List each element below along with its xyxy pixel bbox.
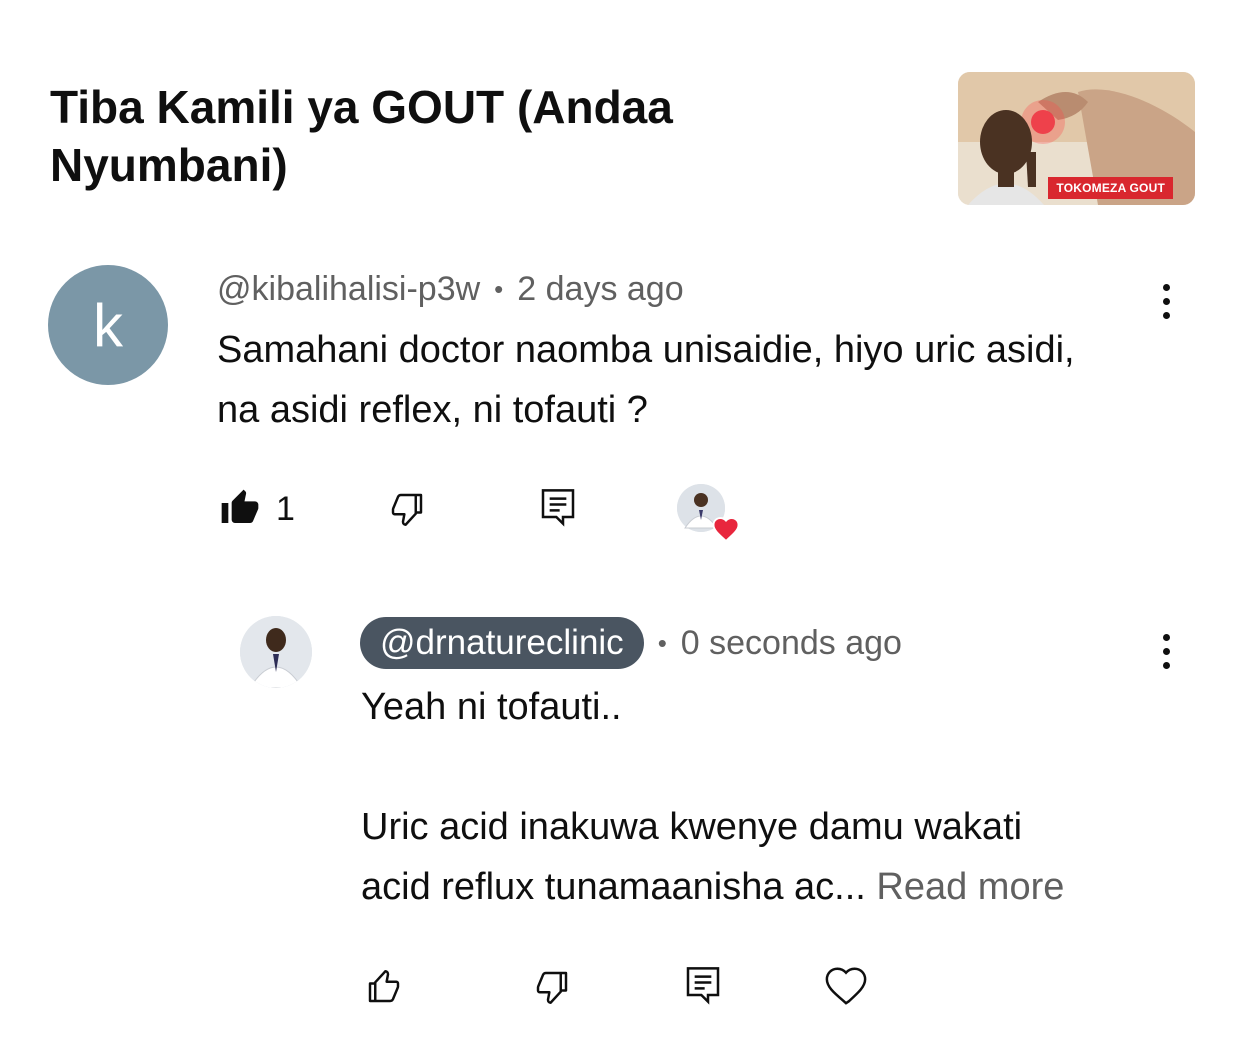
reply-author-avatar[interactable]: [240, 616, 312, 688]
heart-outline-icon: [825, 967, 867, 1005]
reply-heart-button[interactable]: [823, 963, 869, 1012]
thumbnail-caption: TOKOMEZA GOUT: [1048, 177, 1173, 199]
reply-text-line: Uric acid inakuwa kwenye damu wakati: [361, 806, 1023, 848]
comment-timestamp: 2 days ago: [517, 269, 684, 308]
comment-reply-button[interactable]: [538, 486, 578, 533]
more-vert-icon: [1162, 284, 1170, 291]
reply-timestamp: 0 seconds ago: [680, 623, 902, 662]
reply-icon: [541, 489, 575, 527]
reply-dislike-button[interactable]: [531, 966, 573, 1013]
reply-icon: [686, 967, 720, 1005]
reply-author-handle[interactable]: @drnatureclinic: [360, 617, 644, 669]
reply-text-line: Yeah ni tofauti..: [361, 686, 622, 728]
commenter-avatar[interactable]: k: [48, 265, 168, 385]
thumbs-down-icon: [391, 493, 423, 526]
read-more-link[interactable]: Read more: [876, 866, 1064, 908]
comment-text: Samahani doctor naomba unisaidie, hiyo u…: [217, 329, 1075, 431]
reply-meta: @drnatureclinic • 0 seconds ago: [360, 616, 902, 670]
thumbs-down-icon: [536, 971, 568, 1004]
reply-text: Yeah ni tofauti.. Uric acid inakuwa kwen…: [361, 677, 1181, 917]
reply-text-line: acid reflux tunamaanisha ac...: [361, 866, 866, 908]
comment-like-count: 1: [276, 490, 295, 528]
video-title[interactable]: Tiba Kamili ya GOUT (Andaa Nyumbani): [50, 78, 750, 194]
comment-like-button[interactable]: [220, 488, 260, 533]
avatar-image: [240, 616, 312, 688]
meta-separator: •: [657, 627, 667, 658]
comment-meta: @kibalihalisi-p3w • 2 days ago: [217, 268, 684, 310]
thumbs-up-icon: [368, 970, 400, 1003]
more-vert-icon: [1162, 634, 1170, 641]
comment-more-button[interactable]: [1160, 284, 1172, 319]
creator-heart-icon: [712, 517, 740, 542]
reply-more-button[interactable]: [1160, 634, 1172, 669]
commenter-handle[interactable]: @kibalihalisi-p3w: [217, 270, 480, 309]
reply-reply-button[interactable]: [683, 964, 723, 1011]
comment-dislike-button[interactable]: [386, 488, 428, 535]
video-thumbnail[interactable]: TOKOMEZA GOUT: [958, 72, 1195, 205]
meta-separator: •: [494, 273, 504, 304]
reply-like-button[interactable]: [363, 966, 405, 1013]
creator-heart-badge: [677, 484, 740, 542]
thumbs-up-filled-icon: [221, 489, 259, 523]
